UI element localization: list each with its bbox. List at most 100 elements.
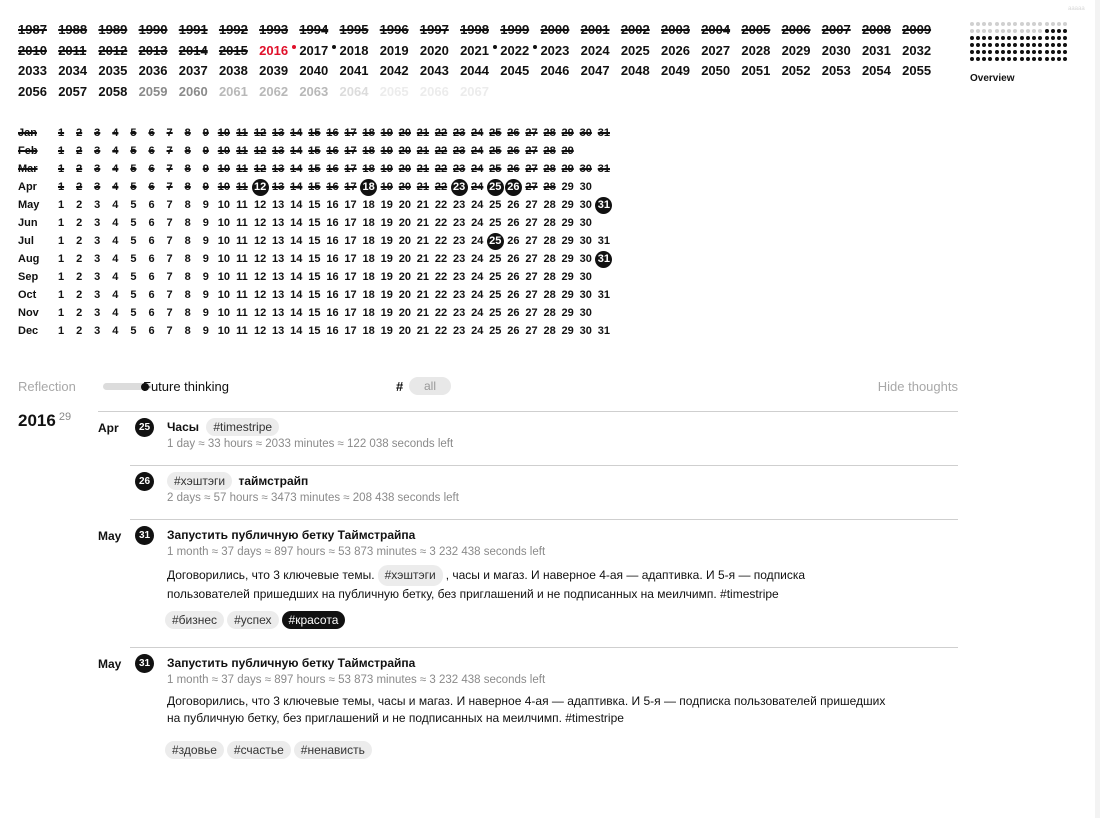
calendar-day[interactable]: 11 [233, 179, 251, 195]
calendar-day[interactable]: 4 [106, 161, 124, 177]
calendar-day[interactable]: 22 [432, 125, 450, 141]
calendar-day[interactable]: 14 [287, 323, 305, 339]
calendar-day[interactable]: 14 [287, 143, 305, 159]
calendar-day[interactable]: 7 [161, 305, 179, 321]
calendar-day[interactable]: 28 [541, 179, 559, 195]
calendar-day[interactable]: 10 [215, 161, 233, 177]
year-2005[interactable]: 2005 [741, 20, 781, 40]
calendar-day[interactable]: 15 [305, 161, 323, 177]
calendar-day[interactable]: 11 [233, 143, 251, 159]
calendar-day[interactable]: 29 [559, 305, 577, 321]
calendar-day[interactable]: 19 [378, 269, 396, 285]
year-2021[interactable]: 2021 [460, 41, 500, 61]
calendar-day[interactable]: 16 [323, 251, 341, 267]
calendar-day[interactable]: 27 [522, 287, 540, 303]
calendar-day[interactable]: 17 [342, 215, 360, 231]
calendar-day[interactable]: 26 [504, 323, 522, 339]
calendar-day[interactable]: 4 [106, 179, 124, 195]
calendar-day[interactable]: 18 [360, 197, 378, 213]
calendar-day[interactable]: 20 [396, 287, 414, 303]
year-2026[interactable]: 2026 [661, 41, 701, 61]
calendar-day[interactable]: 9 [197, 287, 215, 303]
calendar-day[interactable]: 5 [124, 269, 142, 285]
calendar-day[interactable]: 29 [559, 287, 577, 303]
calendar-day[interactable]: 18 [360, 215, 378, 231]
calendar-day[interactable]: 23 [450, 305, 468, 321]
calendar-day[interactable]: 18 [360, 287, 378, 303]
year-2015[interactable]: 2015 [219, 41, 259, 61]
calendar-day[interactable]: 10 [215, 269, 233, 285]
calendar-day[interactable]: 16 [323, 305, 341, 321]
year-1998[interactable]: 1998 [460, 20, 500, 40]
calendar-day[interactable]: 1 [52, 305, 70, 321]
calendar-day[interactable]: 18 [360, 143, 378, 159]
calendar-day[interactable]: 4 [106, 305, 124, 321]
calendar-day[interactable]: 8 [179, 197, 197, 213]
calendar-day[interactable]: 27 [522, 233, 540, 249]
calendar-day[interactable]: 28 [541, 197, 559, 213]
calendar-day[interactable]: 26 [504, 143, 522, 159]
calendar-day[interactable]: 21 [414, 287, 432, 303]
calendar-day[interactable]: 10 [215, 233, 233, 249]
calendar-day[interactable]: 15 [305, 233, 323, 249]
calendar-day[interactable]: 14 [287, 161, 305, 177]
calendar-day[interactable]: 25 [486, 323, 504, 339]
calendar-day[interactable]: 20 [396, 215, 414, 231]
calendar-day[interactable]: 15 [305, 125, 323, 141]
calendar-day[interactable]: 20 [396, 251, 414, 267]
year-2056[interactable]: 2056 [18, 82, 58, 102]
calendar-day[interactable]: 21 [414, 269, 432, 285]
calendar-day[interactable]: 24 [468, 197, 486, 213]
calendar-day[interactable]: 16 [323, 323, 341, 339]
calendar-day[interactable]: 12 [251, 197, 269, 213]
calendar-day[interactable]: 2 [70, 305, 88, 321]
calendar-day[interactable]: 6 [142, 323, 160, 339]
calendar-day[interactable]: 15 [305, 251, 323, 267]
calendar-day[interactable]: 17 [342, 143, 360, 159]
calendar-day[interactable]: 3 [88, 215, 106, 231]
overview-cell[interactable] [995, 22, 1020, 26]
calendar-day[interactable]: 16 [323, 143, 341, 159]
calendar-day[interactable]: 17 [342, 179, 360, 195]
calendar-day[interactable]: 19 [378, 197, 396, 213]
calendar-day[interactable]: 17 [342, 161, 360, 177]
calendar-day[interactable]: 19 [378, 215, 396, 231]
calendar-day[interactable]: 24 [468, 161, 486, 177]
year-2019[interactable]: 2019 [380, 41, 420, 61]
calendar-day[interactable]: 21 [414, 125, 432, 141]
year-1992[interactable]: 1992 [219, 20, 259, 40]
calendar-day[interactable]: 25 [486, 269, 504, 285]
calendar-day[interactable]: 31 [595, 287, 613, 303]
year-1999[interactable]: 1999 [500, 20, 540, 40]
entry-title[interactable]: Часы [167, 420, 199, 434]
calendar-day[interactable]: 28 [541, 251, 559, 267]
calendar-day[interactable]: 22 [432, 215, 450, 231]
calendar-day[interactable]: 10 [215, 287, 233, 303]
calendar-day[interactable]: 18 [360, 251, 378, 267]
overview-cell[interactable] [995, 43, 1020, 47]
overview-cell[interactable] [1020, 29, 1045, 33]
calendar-day[interactable]: 18 [360, 161, 378, 177]
calendar-day[interactable]: 5 [124, 197, 142, 213]
calendar-day[interactable]: 5 [124, 251, 142, 267]
calendar-day[interactable]: 1 [52, 161, 70, 177]
calendar-day[interactable]: 14 [287, 251, 305, 267]
calendar-day[interactable]: 17 [342, 287, 360, 303]
calendar-day[interactable]: 2 [70, 323, 88, 339]
calendar-day[interactable]: 9 [197, 251, 215, 267]
calendar-day[interactable]: 13 [269, 125, 287, 141]
overview-cell[interactable] [1020, 43, 1045, 47]
calendar-day[interactable]: 15 [305, 305, 323, 321]
calendar-day[interactable]: 4 [106, 215, 124, 231]
year-2001[interactable]: 2001 [581, 20, 621, 40]
year-2035[interactable]: 2035 [98, 61, 138, 81]
overview-cell[interactable] [1045, 57, 1070, 61]
calendar-day[interactable]: 7 [161, 251, 179, 267]
calendar-day[interactable]: 24 [468, 323, 486, 339]
year-2028[interactable]: 2028 [741, 41, 781, 61]
calendar-day[interactable]: 20 [396, 197, 414, 213]
calendar-day[interactable]: 1 [52, 251, 70, 267]
entry-tag[interactable]: #бизнес [165, 611, 225, 629]
year-2050[interactable]: 2050 [701, 61, 741, 81]
calendar-day[interactable]: 7 [161, 323, 179, 339]
